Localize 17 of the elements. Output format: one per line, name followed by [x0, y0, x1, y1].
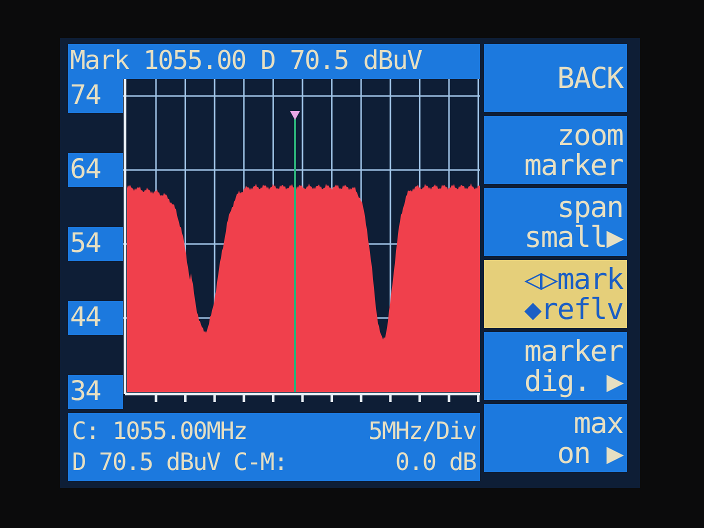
softkey-button[interactable]: ◁▷mark ◆reflv	[484, 260, 627, 328]
marker-readout: Mark 1055.00 D 70.5 dBuV	[68, 44, 480, 79]
axis-label: 44	[68, 301, 123, 335]
softkey-button[interactable]: span small▶	[484, 188, 627, 256]
softkey-button[interactable]: max on ▶	[484, 404, 627, 472]
softkey-button[interactable]: BACK	[484, 44, 627, 112]
span-per-division: 5MHz/Div	[368, 416, 476, 447]
center-frequency: C: 1055.00MHz	[72, 416, 247, 447]
axis-label: 34	[68, 375, 123, 409]
softkey-button[interactable]: zoom marker	[484, 116, 627, 184]
difference-readout: 0.0 dB	[395, 447, 476, 478]
marker-triangle-icon	[290, 111, 300, 120]
axis-label: 54	[68, 227, 123, 261]
level-readout: D 70.5 dBuV C-M:	[72, 447, 288, 478]
axis-label: 74	[68, 79, 123, 113]
softkey-button[interactable]: marker dig. ▶	[484, 332, 627, 400]
axis-label: 64	[68, 153, 123, 187]
